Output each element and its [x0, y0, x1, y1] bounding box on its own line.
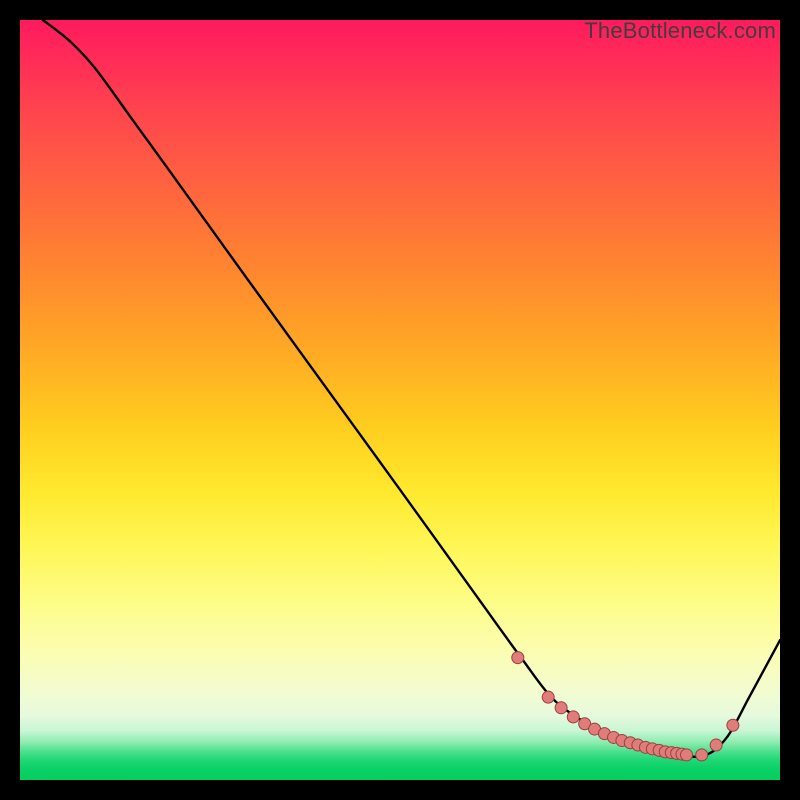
curve-marker	[727, 719, 739, 731]
curve-markers	[512, 652, 739, 761]
curve-marker	[542, 691, 554, 703]
chart-frame: TheBottleneck.com	[20, 20, 780, 780]
curve-marker	[555, 702, 567, 714]
curve-marker	[567, 711, 579, 723]
chart-plot	[20, 20, 780, 780]
curve-marker	[696, 749, 708, 761]
curve-marker	[681, 749, 693, 761]
curve-line	[43, 20, 780, 757]
curve-marker	[512, 652, 524, 664]
curve-marker	[710, 739, 722, 751]
